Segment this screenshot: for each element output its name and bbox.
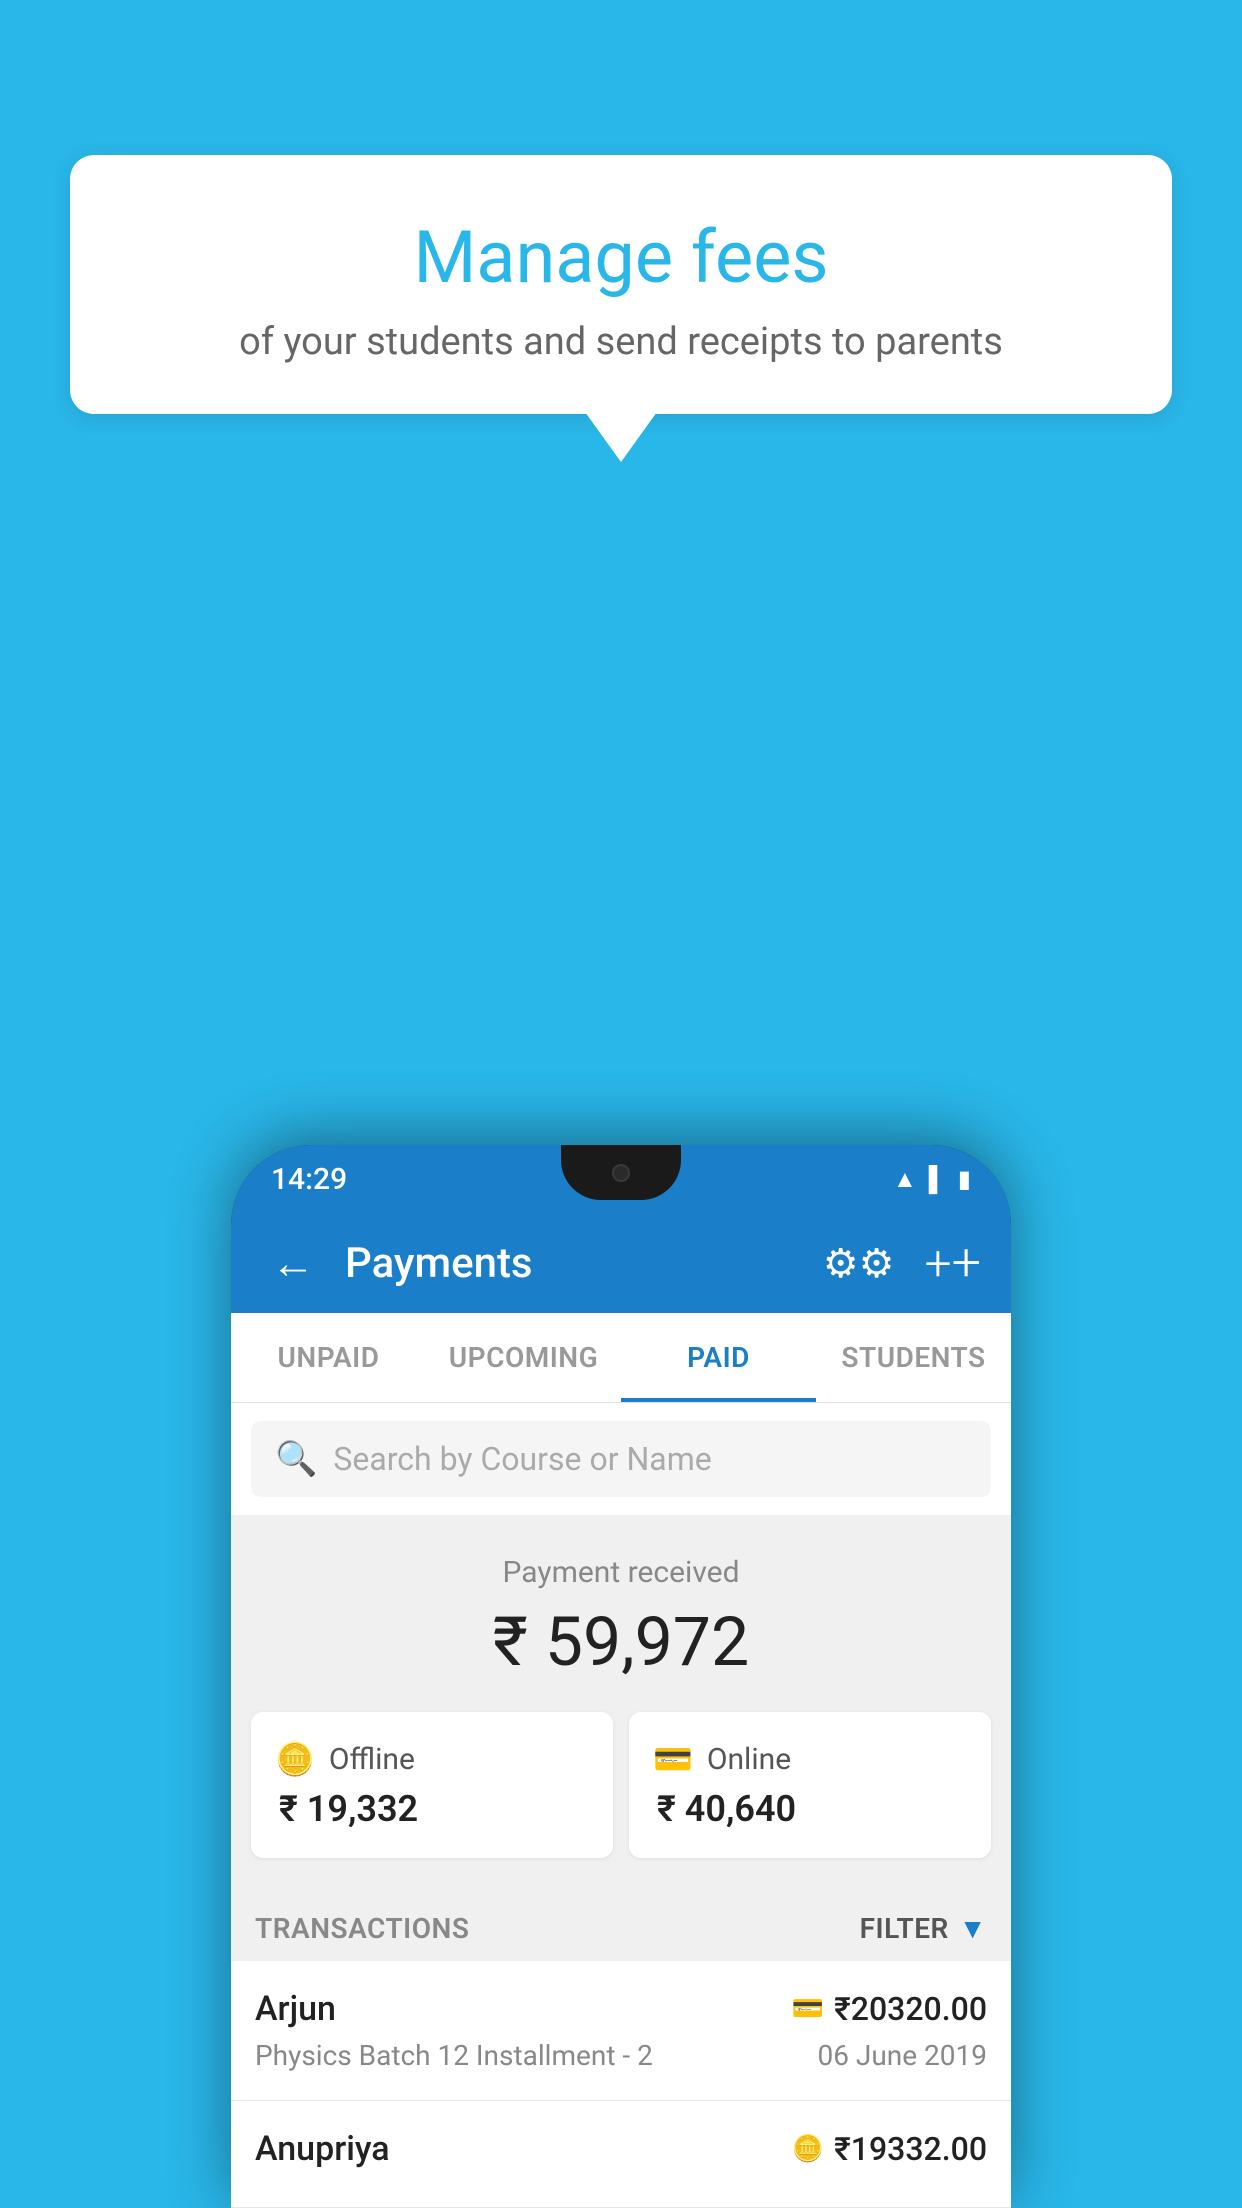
battery-icon: ▮: [958, 1165, 971, 1193]
payment-cards: 🪙 Offline ₹ 19,332 💳 Online ₹ 40,640: [231, 1712, 1011, 1888]
tab-paid[interactable]: PAID: [621, 1313, 816, 1402]
app-content: 🔍 Search by Course or Name Payment recei…: [231, 1403, 1011, 2208]
search-input[interactable]: Search by Course or Name: [333, 1440, 711, 1478]
offline-label: Offline: [329, 1742, 415, 1777]
transaction-amount-anupriya: ₹19332.00: [834, 2130, 987, 2168]
transaction-name-arjun: Arjun: [255, 1989, 336, 2029]
plus-icon[interactable]: +: [924, 1237, 981, 1289]
camera-dot: [612, 1164, 630, 1182]
tooltip-subtitle: of your students and send receipts to pa…: [130, 320, 1112, 364]
tab-upcoming[interactable]: UPCOMING: [426, 1313, 621, 1402]
header-title: Payments: [345, 1239, 803, 1288]
status-icons: ▲ ▌ ▮: [893, 1165, 971, 1194]
tabs: UNPAID UPCOMING PAID STUDENTS: [231, 1313, 1011, 1403]
online-label: Online: [707, 1742, 791, 1777]
search-icon: 🔍: [275, 1439, 317, 1479]
wifi-icon: ▲: [893, 1165, 917, 1194]
search-bar[interactable]: 🔍 Search by Course or Name: [251, 1421, 991, 1497]
transaction-top-anupriya: Anupriya 🪙 ₹19332.00: [255, 2129, 987, 2169]
filter-icon: ▼: [959, 1912, 987, 1945]
transaction-amount-wrap-arjun: 💳 ₹20320.00: [792, 1990, 987, 2028]
header-icons: ⚙ +: [823, 1237, 981, 1289]
transactions-header: TRANSACTIONS FILTER ▼: [231, 1888, 1011, 1961]
online-card-header: 💳 Online: [653, 1740, 967, 1778]
transaction-amount-arjun: ₹20320.00: [834, 1990, 987, 2028]
transaction-top-arjun: Arjun 💳 ₹20320.00: [255, 1989, 987, 2029]
filter-button[interactable]: FILTER ▼: [860, 1912, 987, 1945]
status-bar: 14:29 ▲ ▌ ▮: [231, 1145, 1011, 1213]
tooltip-card: Manage fees of your students and send re…: [70, 155, 1172, 414]
tooltip-title: Manage fees: [130, 215, 1112, 300]
tab-unpaid[interactable]: UNPAID: [231, 1313, 426, 1402]
offline-icon: 🪙: [275, 1740, 315, 1778]
online-card: 💳 Online ₹ 40,640: [629, 1712, 991, 1858]
notch: [561, 1145, 681, 1200]
offline-amount: ₹ 19,332: [275, 1788, 589, 1830]
online-icon: 💳: [653, 1740, 693, 1778]
gear-icon[interactable]: ⚙: [823, 1240, 895, 1287]
transaction-row[interactable]: Anupriya 🪙 ₹19332.00: [231, 2101, 1011, 2208]
status-time: 14:29: [271, 1162, 347, 1197]
card-payment-icon-arjun: 💳: [792, 1994, 824, 2024]
offline-card: 🪙 Offline ₹ 19,332: [251, 1712, 613, 1858]
tab-students[interactable]: STUDENTS: [816, 1313, 1011, 1402]
phone-wrapper: 14:29 ▲ ▌ ▮ ← Payments ⚙ + UNPAID UPCOMI…: [231, 1145, 1011, 2208]
payment-summary: Payment received ₹ 59,972: [231, 1515, 1011, 1712]
payment-total-amount: ₹ 59,972: [251, 1602, 991, 1682]
signal-icon: ▌: [929, 1165, 946, 1194]
transaction-row[interactable]: Arjun 💳 ₹20320.00 Physics Batch 12 Insta…: [231, 1961, 1011, 2101]
filter-label: FILTER: [860, 1912, 949, 1945]
transaction-bottom-arjun: Physics Batch 12 Installment - 2 06 June…: [255, 2039, 987, 2072]
online-amount: ₹ 40,640: [653, 1788, 967, 1830]
phone: 14:29 ▲ ▌ ▮ ← Payments ⚙ + UNPAID UPCOMI…: [231, 1145, 1011, 2208]
transaction-course-arjun: Physics Batch 12 Installment - 2: [255, 2039, 653, 2072]
transactions-label: TRANSACTIONS: [255, 1912, 469, 1945]
transaction-name-anupriya: Anupriya: [255, 2129, 390, 2169]
app-header: ← Payments ⚙ +: [231, 1213, 1011, 1313]
cash-payment-icon-anupriya: 🪙: [792, 2134, 824, 2164]
transaction-date-arjun: 06 June 2019: [817, 2039, 987, 2072]
transaction-amount-wrap-anupriya: 🪙 ₹19332.00: [792, 2130, 987, 2168]
back-button[interactable]: ←: [261, 1227, 325, 1299]
payment-received-label: Payment received: [251, 1555, 991, 1590]
offline-card-header: 🪙 Offline: [275, 1740, 589, 1778]
search-container: 🔍 Search by Course or Name: [231, 1403, 1011, 1515]
